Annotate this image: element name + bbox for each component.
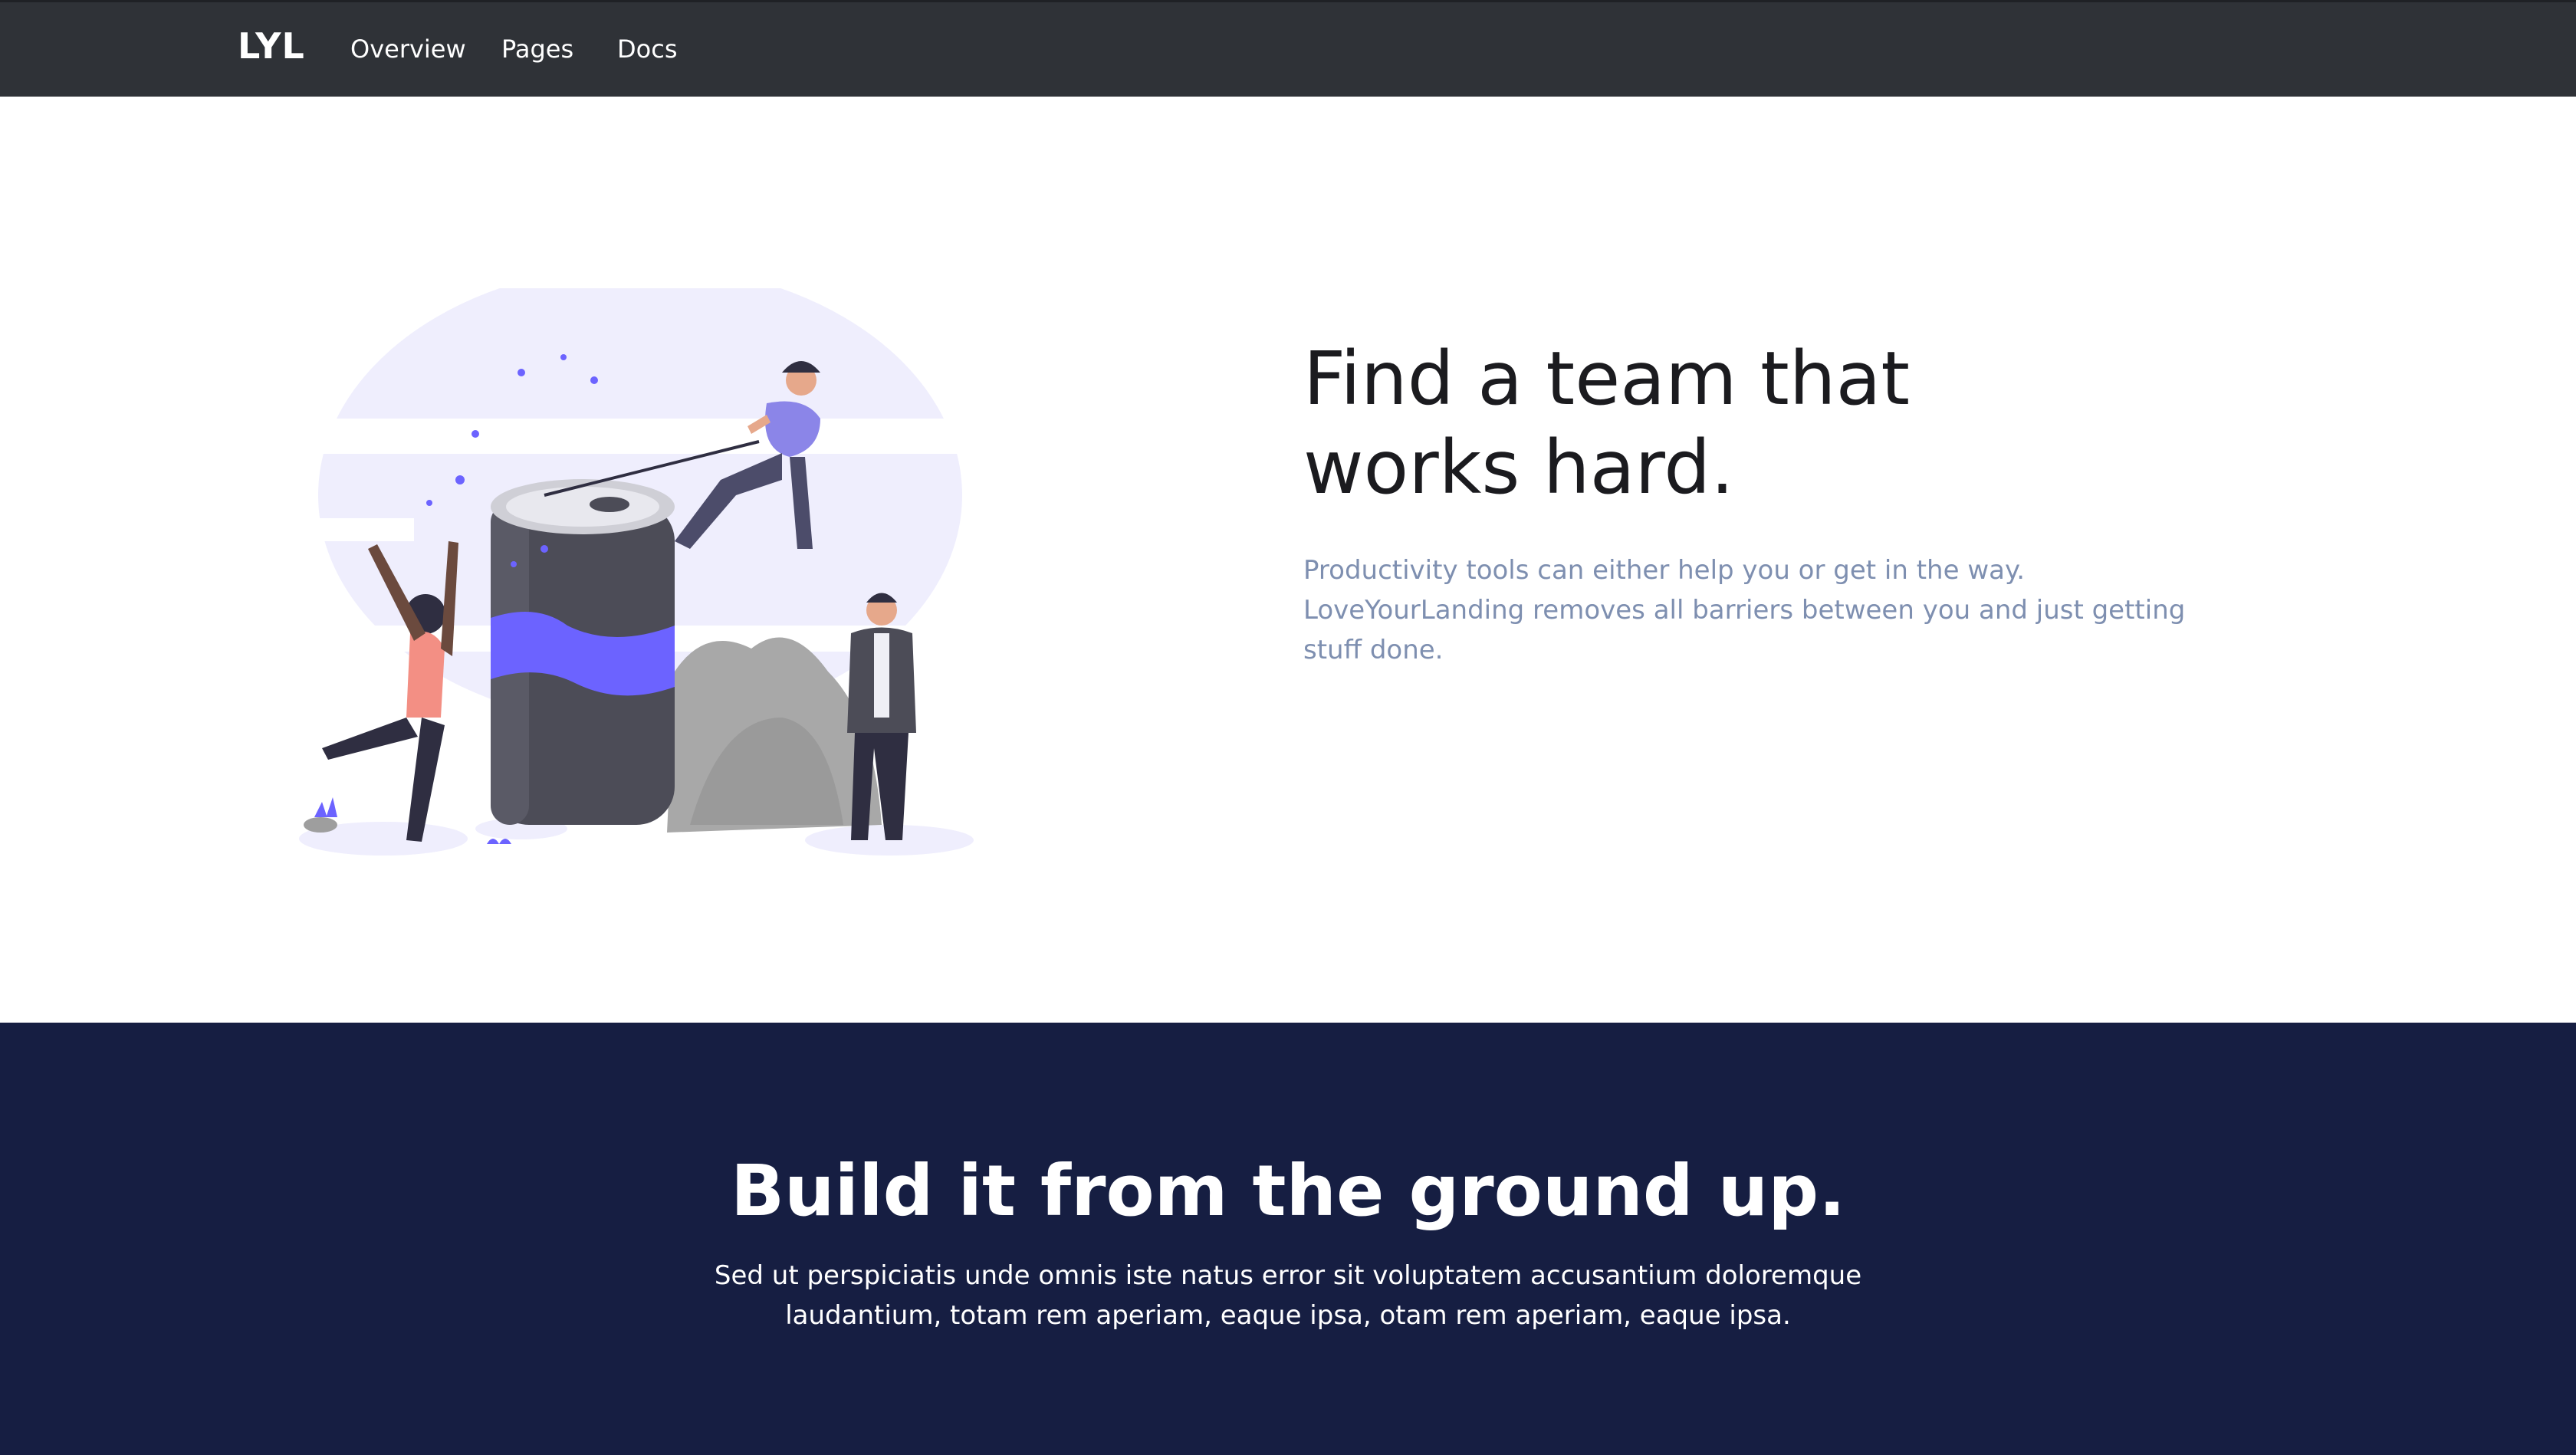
brand-logo[interactable]: LYL	[238, 25, 305, 67]
feature-title: Build it from the ground up.	[730, 1150, 1846, 1232]
feature-description: Sed ut perspiciatis unde omnis iste natu…	[714, 1260, 1862, 1331]
nav-link-pages[interactable]: Pages	[501, 34, 573, 64]
nav-link-overview[interactable]: Overview	[350, 34, 466, 64]
hero-title: Find a team that works hard.	[1303, 336, 1911, 511]
team-climbing-can-illustration	[291, 288, 981, 856]
hero-description: Productivity tools can either help you o…	[1303, 555, 2186, 665]
feature-section: Build it from the ground up. Sed ut pers…	[0, 1023, 2576, 1455]
nav-link-docs[interactable]: Docs	[617, 34, 677, 64]
hero-section: Find a team that works hard. Productivit…	[0, 97, 2576, 1023]
top-navbar: LYL Overview Pages Docs	[0, 0, 2576, 97]
